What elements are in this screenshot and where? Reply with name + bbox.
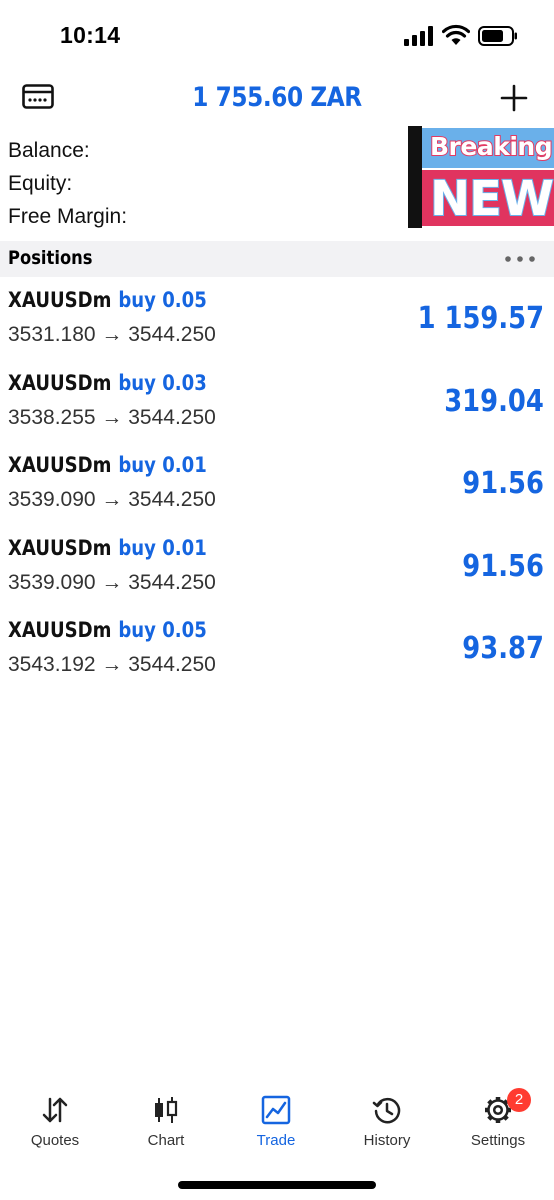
balance-label: Balance: [8, 139, 90, 162]
position-symbol: XAUUSDm [8, 535, 112, 560]
tab-label: Settings [470, 1132, 526, 1149]
position-prices: 3531.180 → 3544.250 [8, 323, 216, 346]
account-summary: Balance: Equity: Free Margin: [8, 134, 127, 233]
position-title: XAUUSDm buy 0.01 [8, 536, 207, 560]
position-title: XAUUSDm buy 0.05 [8, 618, 207, 642]
add-order-icon[interactable] [500, 84, 528, 112]
tab-settings[interactable]: 2 Settings [443, 1086, 553, 1156]
position-profit: 91.56 [462, 548, 544, 584]
sticker-bottom: NEWS [422, 170, 554, 226]
position-symbol: XAUUSDm [8, 453, 112, 477]
position-profit: 1 159.57 [417, 301, 544, 336]
position-symbol: XAUUSDm [8, 288, 112, 312]
position-side-volume: buy 0.01 [118, 453, 207, 477]
position-title: XAUUSDm buy 0.05 [8, 288, 207, 312]
wifi-icon [442, 24, 470, 45]
tab-label: Trade [256, 1132, 296, 1149]
account-equity-title: 1 755.60 ZAR [192, 82, 362, 113]
tab-label: Chart [147, 1132, 185, 1149]
sticker-bar [408, 126, 422, 228]
notification-badge: 2 [507, 1088, 531, 1112]
free-margin-label: Free Margin: [8, 205, 128, 228]
bottom-tab-bar: Quotes Chart Trade History 2 Settings [0, 1086, 554, 1166]
position-prices: 3538.255 → 3544.250 [8, 405, 216, 429]
position-row[interactable]: XAUUSDm buy 0.05 3543.192 → 3544.250 93.8… [0, 613, 554, 696]
sticker-top: Breaking [422, 128, 554, 168]
position-side-volume: buy 0.01 [118, 535, 207, 560]
position-side-volume: buy 0.05 [118, 618, 207, 642]
more-options-icon[interactable] [504, 255, 536, 263]
tab-label: History [363, 1132, 411, 1149]
positions-title: Positions [8, 247, 93, 269]
quotes-arrows-icon [42, 1097, 68, 1123]
news-text: NEWS [429, 170, 554, 226]
cellular-signal-icon [404, 26, 433, 46]
position-prices: 3543.192 → 3544.250 [8, 653, 216, 676]
equity-label: Equity: [8, 172, 73, 195]
position-row[interactable]: XAUUSDm buy 0.03 3538.255 → 3544.250 319.… [0, 366, 554, 449]
breaking-news-sticker: Breaking NEWS [408, 126, 554, 228]
home-indicator[interactable] [178, 1181, 376, 1189]
status-bar: 10:14 [0, 0, 554, 74]
position-row[interactable]: XAUUSDm buy 0.01 3539.090 → 3544.250 91.5… [0, 531, 554, 614]
position-title: XAUUSDm buy 0.01 [8, 453, 207, 477]
candlestick-icon [155, 1097, 178, 1123]
position-row[interactable]: XAUUSDm buy 0.01 3539.090 → 3544.250 91.5… [0, 448, 554, 531]
position-prices: 3539.090 → 3544.250 [8, 570, 216, 594]
breaking-text: Breaking [429, 131, 554, 162]
position-profit: 93.87 [462, 631, 544, 666]
positions-list: XAUUSDm buy 0.05 3531.180 → 3544.250 1 15… [0, 283, 554, 696]
position-title: XAUUSDm buy 0.03 [8, 371, 207, 395]
status-time: 10:14 [60, 22, 121, 48]
tab-trade[interactable]: Trade [221, 1086, 331, 1156]
positions-section-header: Positions [0, 241, 554, 277]
position-row[interactable]: XAUUSDm buy 0.05 3531.180 → 3544.250 1 15… [0, 283, 554, 366]
history-clock-icon [372, 1097, 401, 1124]
position-symbol: XAUUSDm [8, 618, 112, 642]
tab-quotes[interactable]: Quotes [0, 1086, 110, 1156]
position-prices: 3539.090 → 3544.250 [8, 488, 216, 511]
tab-history[interactable]: History [332, 1086, 442, 1156]
position-profit: 91.56 [462, 466, 544, 501]
top-navigation-bar: 1 755.60 ZAR [0, 76, 554, 122]
position-profit: 319.04 [444, 383, 544, 419]
tab-chart[interactable]: Chart [111, 1086, 221, 1156]
tab-label: Quotes [30, 1132, 80, 1149]
position-side-volume: buy 0.05 [118, 288, 207, 312]
trade-chart-icon [261, 1095, 291, 1125]
battery-icon [478, 26, 517, 46]
position-symbol: XAUUSDm [8, 370, 112, 395]
position-side-volume: buy 0.03 [118, 370, 207, 395]
